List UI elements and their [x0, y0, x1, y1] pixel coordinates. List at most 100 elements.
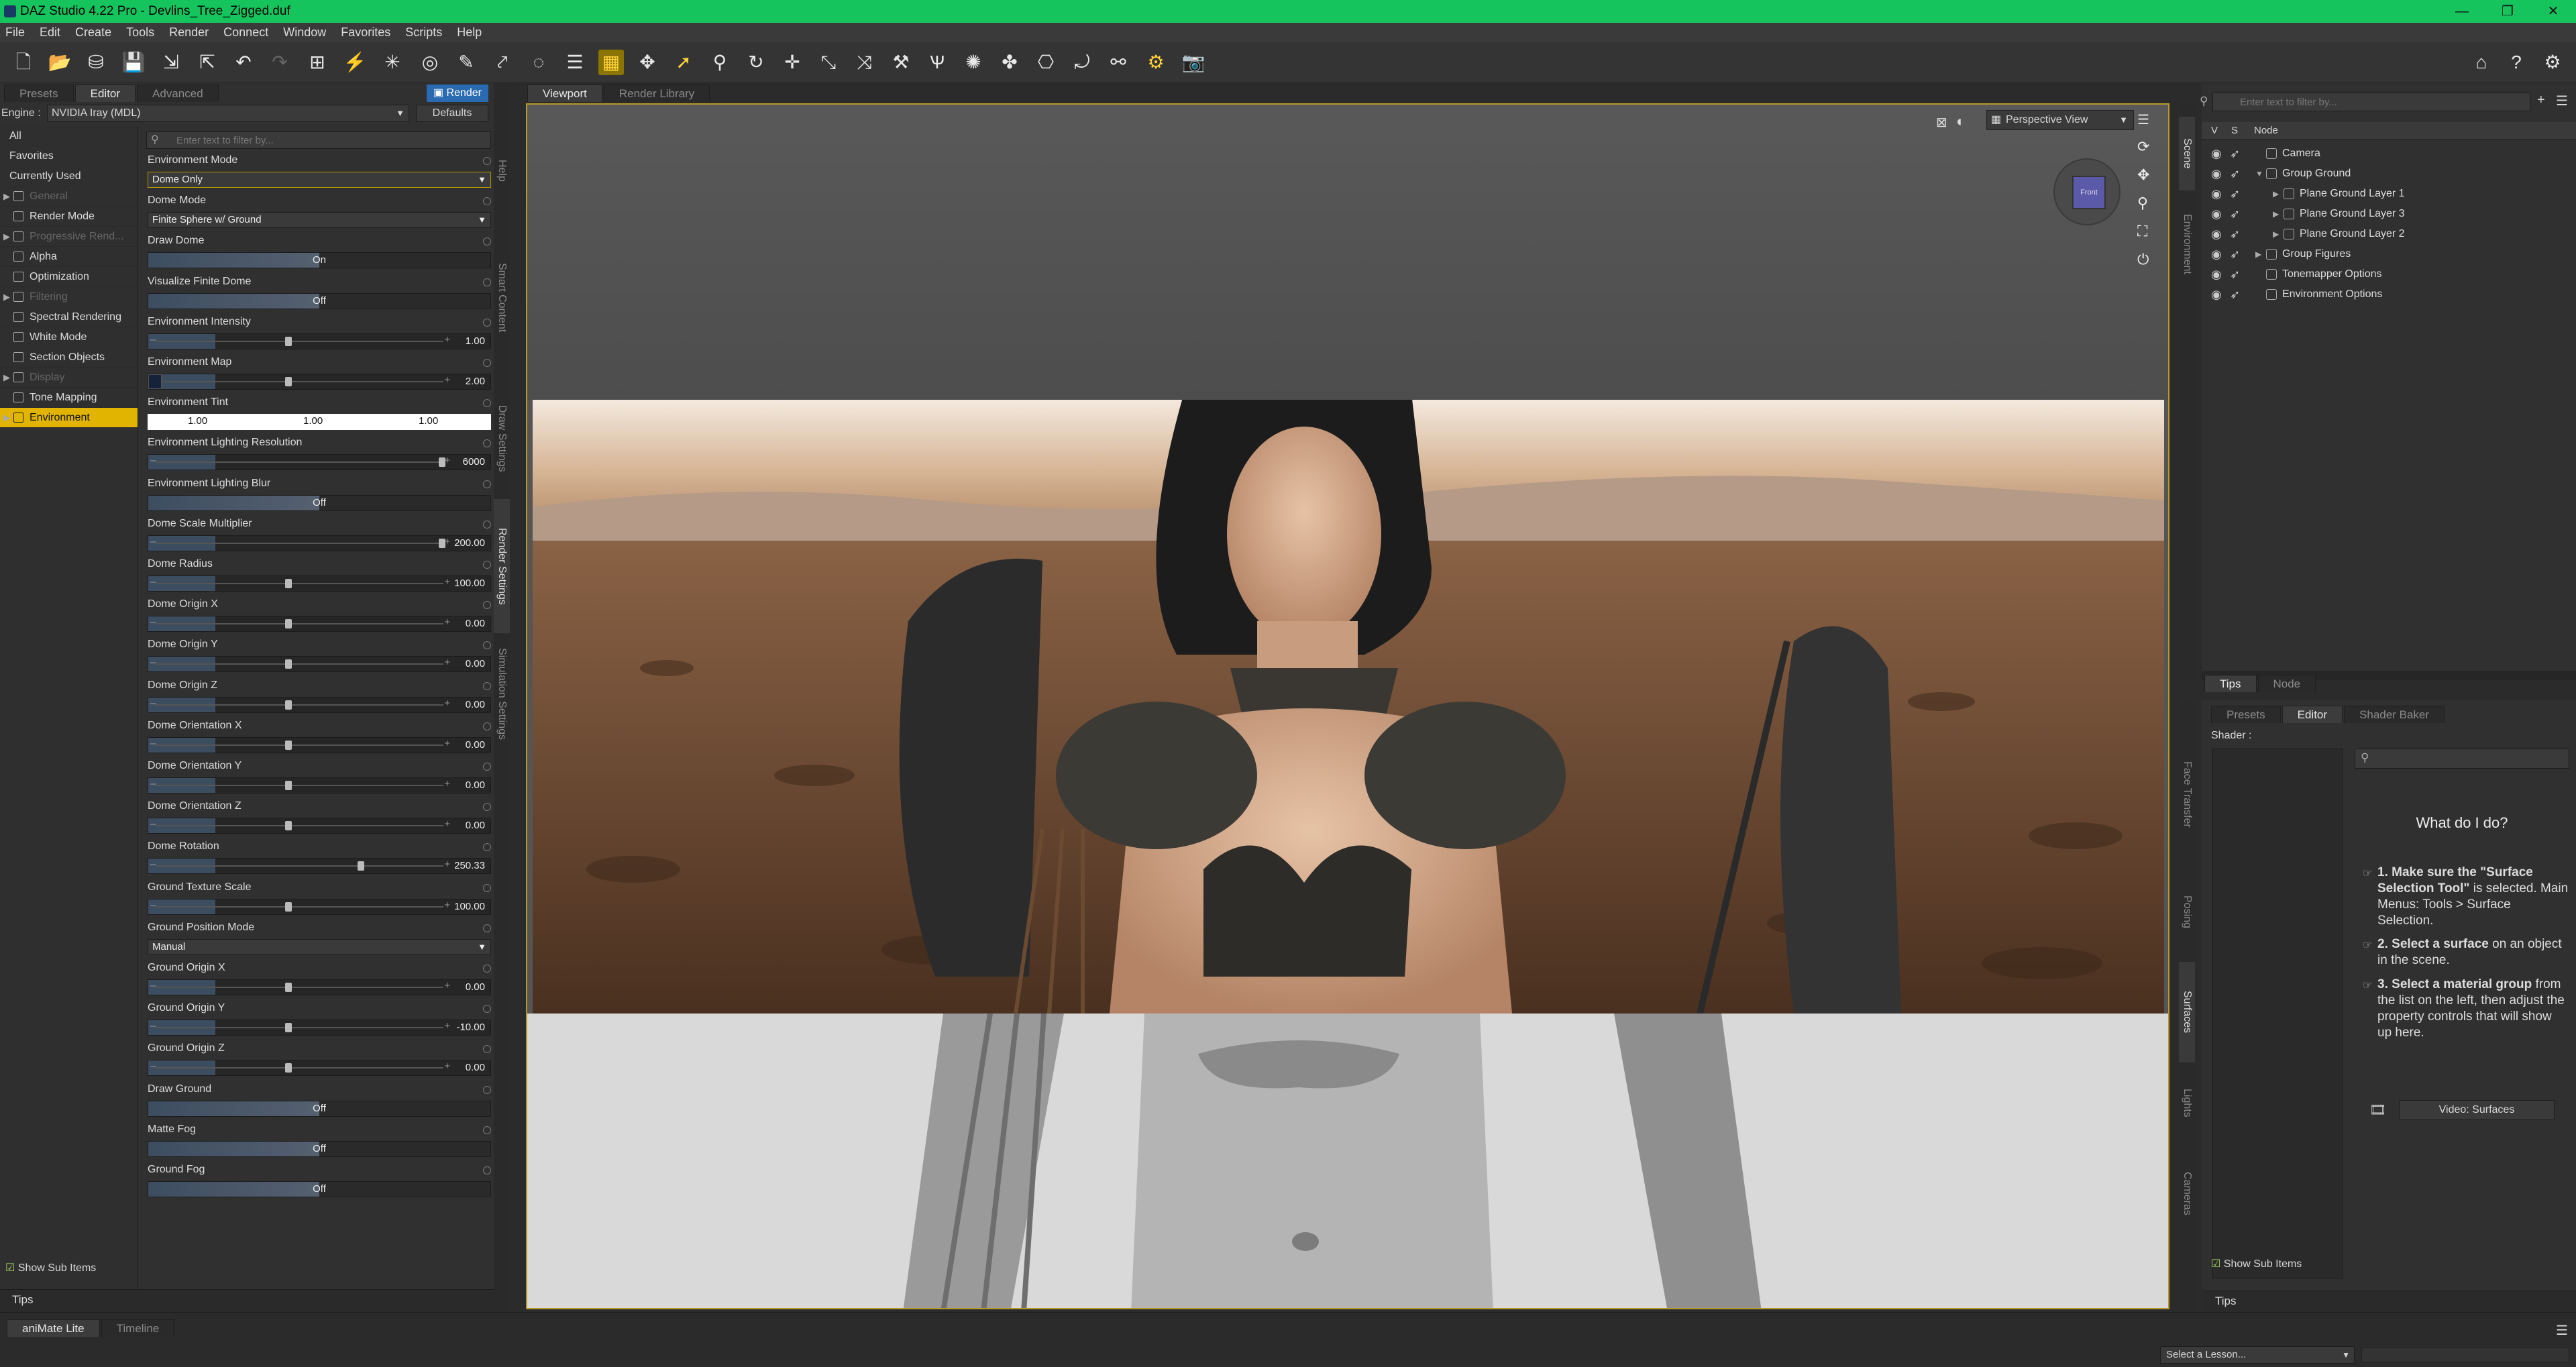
plus-icon[interactable]: +: [444, 899, 450, 911]
slider-handle[interactable]: [285, 901, 292, 912]
property-slider[interactable]: – +0.00: [148, 818, 491, 834]
align-icon[interactable]: ☰: [562, 50, 588, 75]
property-toggle[interactable]: On: [148, 252, 491, 269]
defaults-button[interactable]: Defaults: [416, 105, 488, 122]
property-slider[interactable]: – +100.00: [148, 898, 491, 915]
plus-icon[interactable]: +: [444, 818, 450, 830]
slider-handle[interactable]: [439, 538, 446, 548]
property-options-icon[interactable]: [483, 803, 491, 812]
menu-edit[interactable]: Edit: [40, 25, 60, 40]
zoom-icon[interactable]: ⚲: [2137, 195, 2148, 212]
category-item[interactable]: Render Mode: [0, 207, 138, 227]
side-tab-help[interactable]: Help: [494, 123, 510, 217]
tab-advanced[interactable]: Advanced: [137, 85, 219, 102]
selectable-icon[interactable]: ➶: [2230, 204, 2240, 224]
selectable-icon[interactable]: ➶: [2230, 224, 2240, 244]
category-item[interactable]: Optimization: [0, 267, 138, 287]
selectable-icon[interactable]: ➶: [2230, 144, 2240, 164]
eye-icon[interactable]: ◉: [2211, 284, 2222, 305]
property-slider[interactable]: –+2.00: [148, 374, 491, 390]
viewport-menu-icon[interactable]: ☰: [2137, 111, 2149, 128]
category-item[interactable]: Favorites: [0, 146, 138, 166]
category-item[interactable]: ▶ Filtering: [0, 287, 138, 307]
property-color-tint[interactable]: 1.00 1.00 1.00: [148, 414, 491, 431]
scene-node[interactable]: ◉ ➶ ▶ Group Figures: [2202, 244, 2576, 264]
open-icon[interactable]: 📂: [47, 50, 72, 75]
plus-icon[interactable]: +: [444, 778, 450, 789]
maximize-button[interactable]: ❐: [2485, 0, 2530, 23]
tab-viewport[interactable]: Viewport: [527, 85, 602, 102]
scene-node[interactable]: ◉ ➶ Camera: [2202, 144, 2576, 164]
plus-icon[interactable]: +: [444, 1060, 450, 1072]
expand-arrow-icon[interactable]: ▶: [3, 287, 10, 307]
scene-node[interactable]: ◉ ➶ ▶ Plane Ground Layer 2: [2202, 224, 2576, 244]
minimize-button[interactable]: —: [2439, 0, 2485, 23]
selectable-icon[interactable]: ➶: [2230, 244, 2240, 264]
tab-surface-editor[interactable]: Editor: [2282, 706, 2343, 723]
material-group-list[interactable]: [2212, 749, 2343, 1278]
property-toggle[interactable]: Off: [148, 292, 491, 309]
scene-node[interactable]: ◉ ➶ Environment Options: [2202, 284, 2576, 305]
category-item[interactable]: Alpha: [0, 247, 138, 267]
property-toggle[interactable]: Off: [148, 1181, 491, 1197]
minus-icon[interactable]: –: [150, 778, 156, 789]
slider-track[interactable]: [155, 1067, 443, 1069]
minus-icon[interactable]: –: [150, 859, 156, 870]
minus-icon[interactable]: –: [150, 657, 156, 668]
tab-presets[interactable]: Presets: [4, 85, 74, 102]
brush-icon[interactable]: ✺: [961, 50, 986, 75]
tab-animate-lite[interactable]: aniMate Lite: [7, 1319, 100, 1337]
property-options-icon[interactable]: [483, 278, 491, 286]
property-options-icon[interactable]: [483, 722, 491, 730]
category-item[interactable]: Currently Used: [0, 166, 138, 186]
home-icon[interactable]: ⌂: [2469, 50, 2494, 75]
side-tab-smart-content[interactable]: Smart Content: [494, 217, 510, 378]
property-filter[interactable]: ⚲ Enter text to filter by...: [146, 131, 491, 149]
slider-track[interactable]: [155, 825, 443, 827]
column-node[interactable]: Node: [2254, 122, 2278, 140]
slider-value[interactable]: -10.00: [456, 1022, 485, 1033]
slider-track[interactable]: [155, 340, 443, 342]
rig-icon[interactable]: Ѱ: [924, 50, 950, 75]
property-options-icon[interactable]: [483, 1085, 491, 1094]
property-slider[interactable]: – +250.33: [148, 858, 491, 875]
side-tab-simulation-settings[interactable]: Simulation Settings: [494, 633, 510, 754]
slider-handle[interactable]: [285, 700, 292, 710]
slider-handle[interactable]: [285, 1023, 292, 1033]
slider-handle[interactable]: [285, 740, 292, 750]
minus-icon[interactable]: –: [150, 1020, 156, 1032]
menu-connect[interactable]: Connect: [223, 25, 268, 40]
rotate-icon[interactable]: ↻: [743, 50, 769, 75]
bottom-menu-icon[interactable]: ☰: [2556, 1322, 2568, 1339]
scene-node[interactable]: ◉ ➶ ▶ Plane Ground Layer 1: [2202, 184, 2576, 204]
slider-track[interactable]: [155, 623, 443, 625]
eye-icon[interactable]: ◉: [2211, 164, 2222, 184]
lasso-icon[interactable]: ◌: [526, 50, 551, 75]
property-slider[interactable]: – +1.00: [148, 333, 491, 349]
minus-icon[interactable]: –: [150, 738, 156, 749]
tips-tab[interactable]: Tips: [0, 1289, 496, 1312]
side-tab-cameras[interactable]: Cameras: [2179, 1143, 2195, 1244]
spot-render-icon[interactable]: ◎: [417, 50, 443, 75]
plus-icon[interactable]: +: [444, 616, 450, 628]
slider-track[interactable]: [155, 987, 443, 988]
eye-icon[interactable]: ◉: [2211, 244, 2222, 264]
surfaces-tips-tab[interactable]: Tips: [2202, 1291, 2576, 1312]
minus-icon[interactable]: –: [150, 334, 156, 345]
minus-icon[interactable]: –: [150, 899, 156, 911]
expand-arrow-icon[interactable]: ▶: [2255, 244, 2261, 264]
category-item[interactable]: White Mode: [0, 327, 138, 347]
category-item[interactable]: ▶ General: [0, 186, 138, 207]
property-options-icon[interactable]: [483, 197, 491, 206]
close-button[interactable]: ✕: [2530, 0, 2576, 23]
render-button[interactable]: ▣ Render: [427, 85, 488, 102]
scale-icon[interactable]: ⤡: [816, 50, 841, 75]
side-tab-surfaces[interactable]: Surfaces: [2179, 962, 2195, 1062]
column-visible[interactable]: V: [2211, 122, 2218, 140]
property-options-icon[interactable]: [483, 1005, 491, 1014]
slider-value[interactable]: 0.00: [466, 981, 485, 993]
minus-icon[interactable]: –: [150, 616, 156, 628]
property-slider[interactable]: – +0.00: [148, 777, 491, 794]
tint-channel-value[interactable]: 1.00: [419, 415, 438, 427]
side-tab-posing[interactable]: Posing: [2179, 861, 2195, 962]
